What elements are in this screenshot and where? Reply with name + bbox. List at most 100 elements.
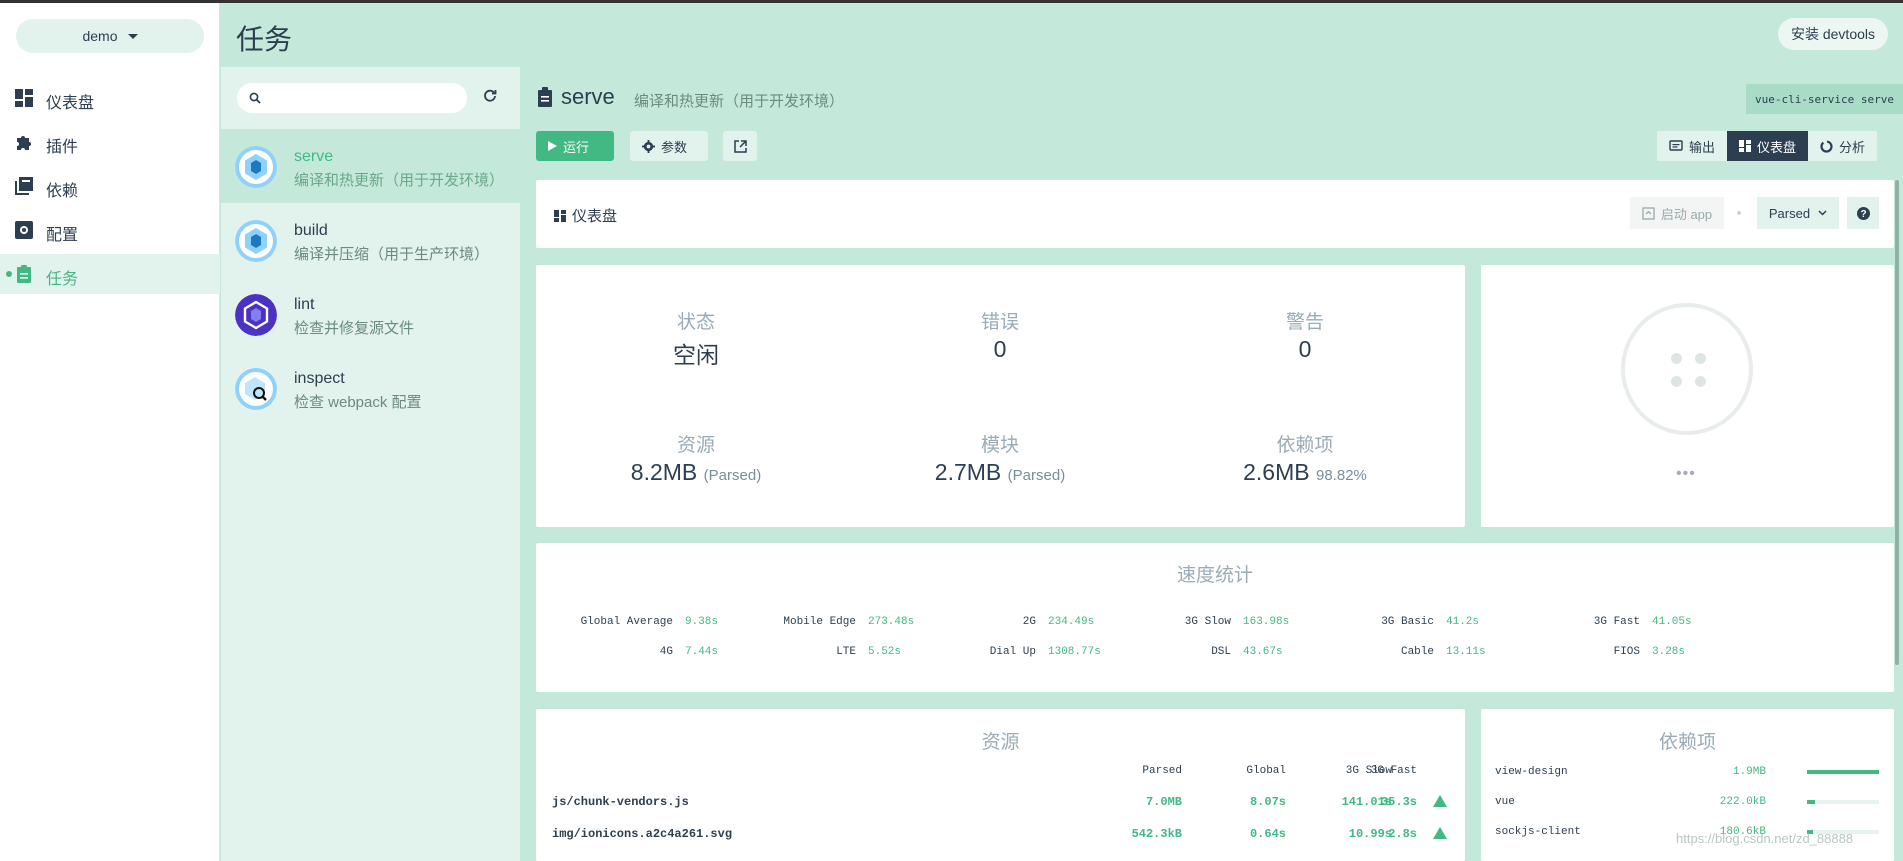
external-link-icon <box>733 139 747 153</box>
stat-label: 资源 <box>676 435 715 456</box>
stat-status: 状态 空闲 <box>596 307 796 370</box>
task-name: serve <box>294 148 334 165</box>
speed-stat: Global Average 9.38s <box>556 616 718 628</box>
help-icon: ? <box>1856 206 1870 220</box>
stat-assets: 资源 8.2MB (Parsed) <box>596 430 796 486</box>
dashboard-icon <box>554 209 566 222</box>
dependency-size: 222.0kB <box>1719 796 1766 808</box>
speed-stat: 3G Slow 163.98s <box>1151 616 1289 628</box>
nav-item-label: 依赖 <box>46 183 79 200</box>
stat-label: 模块 <box>980 435 1019 456</box>
speed-stat-name: DSL <box>1211 646 1231 658</box>
assets-title: 资源 <box>981 732 1020 753</box>
dashboard-title: 仪表盘 <box>554 205 617 226</box>
nav-item-dashboard[interactable]: 仪表盘 <box>0 78 220 118</box>
task-description: 编译和热更新（用于开发环境） <box>294 172 505 189</box>
task-item-inspect[interactable]: inspect 检查 webpack 配置 <box>221 351 520 425</box>
library-icon <box>15 177 33 195</box>
dependency-name: view-design <box>1495 766 1568 778</box>
task-title-text: serve <box>561 84 615 109</box>
speed-stat-name: Dial Up <box>989 646 1036 658</box>
asset-parsed: 7.0MB <box>1145 795 1182 809</box>
parameters-button[interactable]: 参数 <box>630 131 708 161</box>
speed-stat-value: 273.48s <box>868 616 915 628</box>
active-indicator <box>6 271 12 277</box>
task-name: lint <box>294 296 315 313</box>
speed-stat-name: 3G Fast <box>1593 616 1640 628</box>
speed-stat: LTE 5.52s <box>771 646 901 658</box>
speed-stat-value: 13.11s <box>1446 646 1486 658</box>
speed-stat-value: 234.49s <box>1048 616 1095 628</box>
asset-3g-fast: 2.8s <box>1388 827 1417 841</box>
ellipsis-indicator: ••• <box>1676 465 1696 482</box>
stat-value: 空闲 <box>673 342 719 368</box>
install-devtools-button[interactable]: 安装 devtools <box>1778 18 1888 50</box>
tab-analyze[interactable]: 分析 <box>1808 131 1878 161</box>
eslint-icon <box>235 294 277 336</box>
webpack-icon <box>235 146 277 188</box>
nav-item-tasks[interactable]: 任务 <box>0 254 220 294</box>
help-button[interactable]: ? <box>1847 197 1879 229</box>
main-scrollbar[interactable] <box>1895 180 1899 665</box>
speed-stat-value: 5.52s <box>868 646 902 658</box>
stat-value-row: 2.7MB (Parsed) <box>900 459 1100 486</box>
nav-item-dependencies[interactable]: 依赖 <box>0 166 220 206</box>
stat-warnings: 警告 0 <box>1205 307 1405 363</box>
column-header: Global <box>1246 765 1286 777</box>
task-item-lint[interactable]: lint 检查并修复源文件 <box>221 277 520 351</box>
task-title: serve <box>537 84 615 110</box>
status-face-card: ••• <box>1481 265 1894 527</box>
task-item-serve[interactable]: serve 编译和热更新（用于开发环境） <box>221 129 520 203</box>
nav-item-plugins[interactable]: 插件 <box>0 122 220 162</box>
command-badge: vue-cli-service serve <box>1746 84 1903 114</box>
dependency-name: sockjs-client <box>1495 826 1581 838</box>
speed-stat-name: FIOS <box>1613 646 1640 658</box>
stat-value: 0 <box>993 336 1007 362</box>
parameters-button-label: 参数 <box>661 139 688 155</box>
dependency-size: 1.9MB <box>1732 766 1766 778</box>
speed-stat-name: 4G <box>659 646 673 658</box>
speed-stat-value: 41.2s <box>1446 616 1480 628</box>
speed-stat-value: 3.28s <box>1652 646 1686 658</box>
nav-item-label: 任务 <box>46 271 79 288</box>
task-description: 检查 webpack 配置 <box>294 394 422 411</box>
tab-dashboard[interactable]: 仪表盘 <box>1727 131 1809 161</box>
open-in-new-button[interactable] <box>723 131 757 161</box>
size-mode-value: Parsed <box>1768 205 1811 221</box>
size-mode-select[interactable]: Parsed <box>1757 197 1839 229</box>
warning-icon <box>1433 827 1447 839</box>
tab-label: 输出 <box>1689 139 1716 155</box>
task-item-build[interactable]: build 编译并压缩（用于生产环境） <box>221 203 520 277</box>
gear-icon <box>642 139 655 153</box>
launch-app-button[interactable]: 启动 app <box>1630 197 1724 229</box>
tab-output[interactable]: 输出 <box>1657 131 1728 161</box>
run-button[interactable]: 运行 <box>536 131 614 161</box>
task-search-input[interactable] <box>237 83 467 113</box>
tab-label: 分析 <box>1839 139 1866 155</box>
asset-parsed: 542.3kB <box>1131 827 1182 841</box>
speed-stat-value: 1308.77s <box>1048 646 1101 658</box>
face-mouth-dot <box>1671 376 1682 387</box>
nav-item-config[interactable]: 配置 <box>0 210 220 250</box>
clipboard-icon <box>538 87 552 107</box>
speed-stat: Mobile Edge 273.48s <box>771 616 914 628</box>
separator-dot <box>1737 211 1741 215</box>
refresh-icon[interactable] <box>483 89 497 103</box>
svg-text:?: ? <box>1860 209 1866 220</box>
stat-value: 2.6MB <box>1243 459 1310 485</box>
asset-file: js/chunk-vendors.js <box>552 795 689 809</box>
stat-value: 0 <box>1298 336 1312 362</box>
stat-label: 警告 <box>1285 312 1324 333</box>
stat-value-row: 2.6MB 98.82% <box>1205 459 1405 486</box>
view-tabs: 输出 仪表盘 分析 <box>1657 131 1878 161</box>
speed-stat: 2G 234.49s <box>956 616 1094 628</box>
speed-stat: FIOS 3.28s <box>1566 646 1685 658</box>
speed-stat-value: 9.38s <box>685 616 719 628</box>
project-selector[interactable]: demo <box>16 19 204 53</box>
dependency-size-bar <box>1807 770 1879 774</box>
warning-icon <box>1433 795 1447 807</box>
dependency-row: vue 222.0kB <box>1481 788 1894 818</box>
speed-stat: 3G Fast 41.05s <box>1566 616 1692 628</box>
stat-value: 8.2MB <box>630 459 698 485</box>
speed-stat-name: 3G Basic <box>1381 616 1434 628</box>
